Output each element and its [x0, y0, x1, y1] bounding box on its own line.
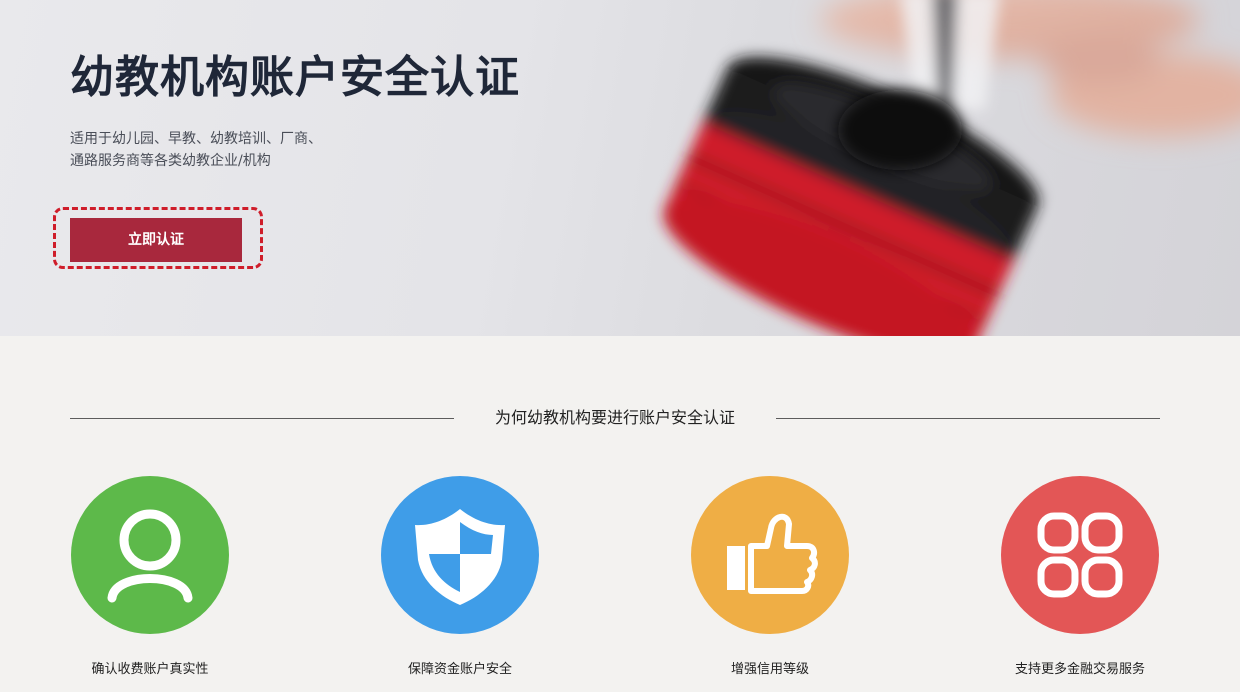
hero-banner: 幼教机构账户安全认证 适用于幼儿园、早教、幼教培训、厂商、 通路服务商等各类幼教…	[0, 0, 1240, 336]
feature-label: 增强信用等级	[730, 662, 809, 677]
feature-label: 保障资金账户安全	[407, 662, 512, 677]
verify-now-button[interactable]: 立即认证	[70, 218, 242, 262]
why-verify-section: 为何幼教机构要进行账户安全认证 确认收费账户真实性 保障资金账户安全 增强信用等…	[0, 336, 1240, 692]
feature-circle-blue	[381, 476, 539, 634]
feature-account-authenticity: 确认收费账户真实性	[30, 476, 270, 686]
feature-label: 确认收费账户真实性	[91, 662, 209, 677]
apps-grid-icon	[1037, 512, 1123, 598]
feature-financial-services: 支持更多金融交易服务	[960, 476, 1200, 686]
feature-credit-level: 增强信用等级	[650, 476, 890, 686]
shield-icon	[415, 509, 505, 605]
feature-circle-orange	[691, 476, 849, 634]
page-title: 幼教机构账户安全认证	[70, 52, 520, 103]
divider-right	[776, 418, 1160, 419]
feature-label: 支持更多金融交易服务	[1014, 662, 1145, 677]
hero-subtitle-line1: 适用于幼儿园、早教、幼教培训、厂商、	[70, 131, 322, 147]
section-title: 为何幼教机构要进行账户安全认证	[494, 408, 735, 427]
feature-circle-green	[71, 476, 229, 634]
feature-fund-security: 保障资金账户安全	[340, 476, 580, 686]
feature-circle-red	[1001, 476, 1159, 634]
user-icon	[107, 509, 193, 603]
hero-subtitle: 适用于幼儿园、早教、幼教培训、厂商、 通路服务商等各类幼教企业/机构	[70, 128, 390, 172]
page: 幼教机构账户安全认证 适用于幼儿园、早教、幼教培训、厂商、 通路服务商等各类幼教…	[0, 0, 1240, 692]
divider-left	[70, 418, 454, 419]
thumbs-up-icon	[727, 513, 818, 594]
hero-subtitle-line2: 通路服务商等各类幼教企业/机构	[70, 153, 271, 169]
